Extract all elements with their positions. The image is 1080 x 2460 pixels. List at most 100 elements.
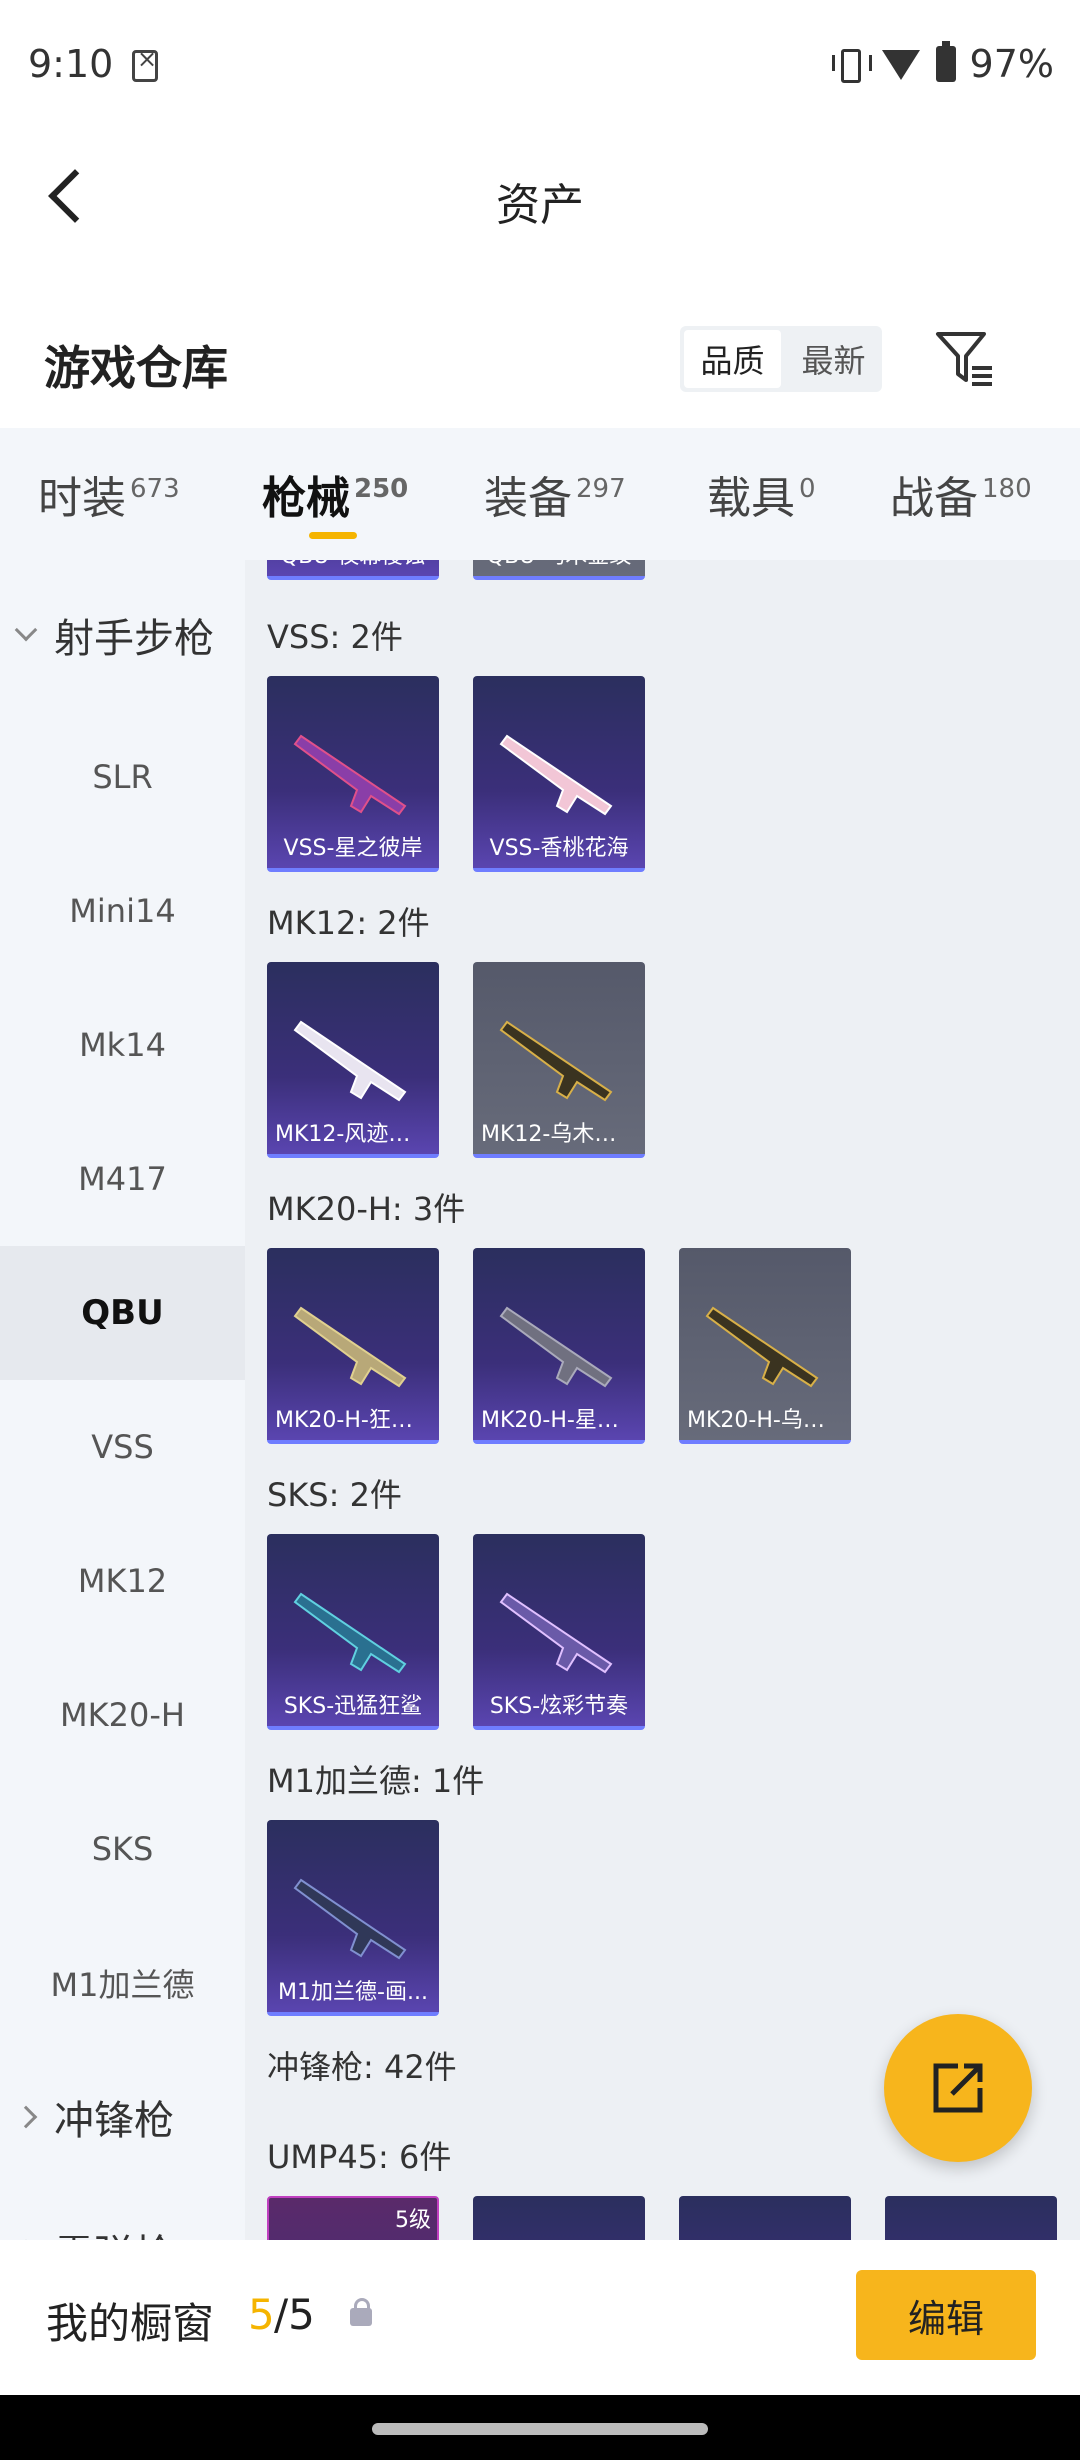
item-card[interactable]: MK12-乌木金...	[473, 962, 645, 1158]
rifle-icon	[705, 1306, 819, 1388]
sort-toggle: 品质 最新	[680, 326, 882, 392]
sidebar-item-m1-garand[interactable]: M1加兰德	[0, 1916, 245, 2050]
item-name: VSS-香桃花海	[489, 836, 629, 861]
sort-quality-button[interactable]: 品质	[684, 330, 781, 388]
item-card[interactable]: MK20-H-星途...	[473, 1248, 645, 1444]
system-nav-bar	[0, 2395, 1080, 2460]
chevron-down-icon	[14, 618, 38, 642]
section-title: M1加兰德: 1件	[267, 1762, 485, 1800]
item-card[interactable]: MK12-风迹短...	[267, 962, 439, 1158]
home-gesture-pill[interactable]	[372, 2423, 708, 2435]
item-card[interactable]	[473, 2196, 645, 2240]
section-title: 冲锋枪: 42件	[267, 2048, 457, 2086]
clock: 9:10	[28, 42, 114, 86]
tab-equipment[interactable]: 装备 297	[440, 428, 662, 560]
item-name: MK12-乌木金...	[481, 1122, 638, 1147]
item-name: QBU-乌木金纹	[473, 560, 645, 570]
item-card[interactable]: VSS-香桃花海	[473, 676, 645, 872]
status-bar: 9:10 97%	[0, 0, 1080, 135]
item-name: VSS-星之彼岸	[283, 836, 423, 861]
item-name: QBU-夜幕侵蚀	[267, 560, 439, 570]
tab-label: 时装	[38, 473, 126, 524]
weapon-type-sidebar: 射手步枪 SLR Mini14 Mk14 M417 QBU VSS MK12 M…	[0, 560, 245, 2240]
tab-label: 枪械	[262, 473, 350, 524]
item-card[interactable]: QBU-乌木金纹	[473, 560, 645, 580]
item-card[interactable]: QBU-夜幕侵蚀	[267, 560, 439, 580]
item-card[interactable]	[885, 2196, 1057, 2240]
lock-icon	[350, 2298, 372, 2326]
filter-icon[interactable]	[932, 326, 998, 392]
sidebar-item-qbu[interactable]: QBU	[0, 1246, 245, 1380]
page-title: 资产	[496, 180, 584, 231]
sidebar-group-dmr[interactable]: 射手步枪	[0, 560, 245, 710]
sidebar-item-mk14[interactable]: Mk14	[0, 978, 245, 1112]
sidebar-group-label: 冲锋枪	[54, 2098, 174, 2144]
wifi-icon	[880, 46, 922, 82]
sidebar-item-mini14[interactable]: Mini14	[0, 844, 245, 978]
share-button[interactable]	[884, 2014, 1032, 2162]
sidebar-group-label: 射手步枪	[54, 616, 214, 662]
tab-fashion[interactable]: 时装 673	[0, 428, 220, 560]
section-title: UMP45: 6件	[267, 2138, 452, 2176]
rifle-icon	[499, 1306, 613, 1388]
item-grid: QBU-夜幕侵蚀 QBU-乌木金纹 VSS: 2件 VSS-星之彼岸 VSS-香…	[245, 560, 1080, 2240]
sidebar-item-mk20h[interactable]: MK20-H	[0, 1648, 245, 1782]
sidebar-item-slr[interactable]: SLR	[0, 710, 245, 844]
sidebar-item-m417[interactable]: M417	[0, 1112, 245, 1246]
showcase-bar: 我的橱窗 5 /5 编辑	[0, 2240, 1080, 2395]
tab-count: 180	[982, 474, 1032, 505]
showcase-label: 我的橱窗	[46, 2299, 215, 2348]
sidebar-group-smg[interactable]: 冲锋枪	[0, 2050, 245, 2184]
tab-count: 250	[354, 474, 409, 505]
tab-label: 战备	[890, 473, 978, 524]
showcase-total: /5	[274, 2290, 315, 2339]
share-icon	[933, 2063, 983, 2113]
rifle-icon	[499, 734, 613, 816]
section-title: SKS: 2件	[267, 1476, 402, 1514]
item-card[interactable]: MK20-H-狂鲨...	[267, 1248, 439, 1444]
sim-off-icon	[132, 45, 158, 82]
vibrate-icon	[831, 47, 872, 83]
item-card[interactable]: M1加兰德-画...	[267, 1820, 439, 2016]
rifle-icon	[293, 734, 407, 816]
tab-count: 673	[130, 474, 180, 505]
item-name: SKS-炫彩节奏	[489, 1694, 629, 1719]
item-card[interactable]: VSS-星之彼岸	[267, 676, 439, 872]
section-title: MK20-H: 3件	[267, 1190, 466, 1228]
tab-vehicles[interactable]: 载具 0	[662, 428, 856, 560]
sidebar-item-sks[interactable]: SKS	[0, 1782, 245, 1916]
rifle-icon	[293, 1592, 407, 1674]
item-card[interactable]: MK20-H-乌木...	[679, 1248, 851, 1444]
item-card[interactable]	[679, 2196, 851, 2240]
rifle-icon	[293, 1306, 407, 1388]
item-name: MK12-风迹短...	[275, 1122, 432, 1147]
rifle-icon	[499, 1020, 613, 1102]
rifle-icon	[499, 1592, 613, 1674]
section-title: MK12: 2件	[267, 904, 430, 942]
chevron-right-icon	[14, 2105, 38, 2129]
item-name: SKS-迅猛狂鲨	[283, 1694, 423, 1719]
tab-count: 297	[576, 474, 626, 505]
item-name: MK20-H-狂鲨...	[275, 1408, 434, 1433]
sidebar-group-shotgun[interactable]: 霰弹枪	[0, 2184, 245, 2240]
tab-count: 0	[799, 474, 816, 505]
item-card[interactable]: SKS-炫彩节奏	[473, 1534, 645, 1730]
item-card[interactable]: SKS-迅猛狂鲨	[267, 1534, 439, 1730]
tab-supplies[interactable]: 战备 180	[856, 428, 1080, 560]
tab-label: 装备	[484, 473, 572, 524]
sidebar-item-mk12[interactable]: MK12	[0, 1514, 245, 1648]
rifle-icon	[293, 1878, 407, 1960]
item-card[interactable]: 5级	[267, 2196, 439, 2240]
sort-newest-button[interactable]: 最新	[785, 326, 882, 392]
sidebar-item-vss[interactable]: VSS	[0, 1380, 245, 1514]
item-name: M1加兰德-画...	[278, 1980, 428, 2005]
tab-firearms[interactable]: 枪械 250	[220, 428, 440, 560]
level-badge: 5级	[395, 2208, 431, 2233]
item-name: MK20-H-星途...	[481, 1408, 640, 1433]
warehouse-title: 游戏仓库	[44, 341, 228, 395]
showcase-current: 5	[248, 2290, 275, 2339]
rifle-icon	[293, 1020, 407, 1102]
warehouse-header: 游戏仓库 品质 最新	[0, 300, 1080, 420]
category-tabs: 时装 673 枪械 250 装备 297 载具 0 战备 180	[0, 428, 1080, 560]
edit-button[interactable]: 编辑	[856, 2270, 1036, 2360]
